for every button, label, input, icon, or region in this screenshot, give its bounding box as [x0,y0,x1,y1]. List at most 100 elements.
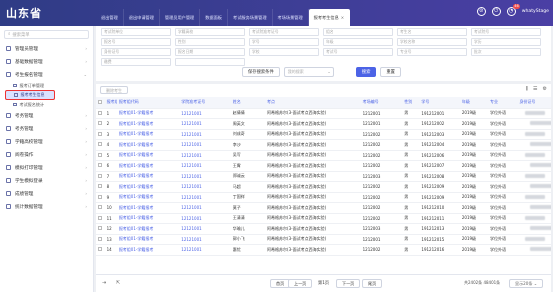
settings-icon[interactable]: ⚙ [543,86,547,92]
sidebar-item-0[interactable]: 管理员管理 › [0,42,93,55]
sidebar-item-9[interactable]: 成绩管理 › [0,187,93,200]
filter-input-3[interactable]: 组名 [323,28,393,36]
export-icon[interactable]: ⇱ [116,280,120,286]
column-header[interactable]: 性别 [402,97,420,109]
filter-input-10[interactable]: 学校名称 [397,38,467,46]
tab-1[interactable]: 退出申请管理 [124,9,160,26]
row-checkbox[interactable] [98,142,102,147]
close-icon[interactable]: × [341,9,344,26]
filter-input-12[interactable]: 身份证号 [101,48,171,56]
sidebar-item-2[interactable]: 考生报名管理 ⌄ [0,68,93,81]
filter-input-15[interactable]: 考试号 [323,48,393,56]
tab-0[interactable]: 退出管理 [96,9,124,26]
next-page-button[interactable]: 下一页 [336,279,361,288]
filter-input-5[interactable]: 考试院号 [471,28,541,36]
filter-input-4[interactable]: 考生名 [397,28,467,36]
row-checkbox-cell[interactable] [96,223,105,235]
table-row[interactable]: 8 报考组01-学籍报考 12121001 马超 阿希格苏尔(3-面试考点西海实验) 12… [96,181,551,193]
sidebar-item-4[interactable]: 考务管理 › [0,122,93,135]
row-checkbox[interactable] [98,110,102,115]
filter-input-14[interactable]: 学校 [249,48,319,56]
save-search-button[interactable]: 保存搜索条件 [242,67,280,77]
table-row[interactable]: 7 报考组01-学籍报考 12121001 郑诚云 阿希格苏尔(3-面试考点西海实验) 1… [96,171,551,182]
filter-input-6[interactable]: 报名号 [101,38,171,46]
reset-button[interactable]: 重置 [380,67,401,77]
table-row[interactable]: 6 报考组01-学籍报考 12121001 王霄 阿希格苏尔(3-面试考点西海实验) 12… [96,160,551,172]
filter-input-0[interactable]: 考试院单位 [101,28,171,36]
row-checkbox[interactable] [98,163,102,168]
table-row[interactable]: 1 报考组01-学籍报考 12121001 赵倩倩 阿希格苏尔(3-面试考点西海实验) 1… [96,108,551,119]
tab-2[interactable]: 管理员用户管理 [160,9,201,26]
row-checkbox[interactable] [98,226,102,231]
user-name[interactable]: whatyStage [522,9,549,14]
delete-student-button[interactable]: 删除考生 [100,86,128,94]
table-row[interactable]: 2 报考组01-学籍报考 12121001 周英文 阿希格苏尔(3-面试考点西海实验) 1… [96,118,551,130]
filter-input-19[interactable] [175,58,245,66]
row-checkbox[interactable] [98,215,102,220]
column-header[interactable]: 学号 [419,97,460,109]
column-header[interactable]: 身份证号 [517,97,551,109]
table-row[interactable]: 14 报考组01-学籍报考 12121001 惠忧 阿希格苏尔(3-面试考点西海实验) 1… [96,244,551,256]
row-checkbox[interactable] [98,247,102,252]
tab-4[interactable]: 考试服务场景管理 [228,9,273,26]
row-checkbox-cell[interactable] [96,150,105,161]
column-header[interactable]: 姓名 [230,97,266,109]
row-checkbox-cell[interactable] [96,118,105,130]
sidebar-subitem-0[interactable]: 报考订单管理 [0,81,93,90]
sidebar-item-3[interactable]: 考务管理 › [0,109,93,122]
row-checkbox[interactable] [98,184,102,189]
row-checkbox-cell[interactable] [96,160,105,172]
sidebar-subitem-1[interactable]: 报考考生信息 [5,90,55,100]
table-row[interactable]: 5 报考组01-学籍报考 12121001 吴写 阿希格苏尔(3-面试考点西海实验) 12… [96,150,551,161]
column-header[interactable]: 报考组代码 [116,97,180,109]
row-checkbox-cell[interactable] [96,139,105,151]
select-all-checkbox[interactable] [98,99,102,104]
search-button[interactable]: 搜索 [355,67,377,77]
row-checkbox-cell[interactable] [96,181,105,193]
compass-icon[interactable]: ⊘ [476,7,486,16]
filter-input-9[interactable]: 年级 [323,38,393,46]
table-row[interactable]: 4 报考组01-学籍报考 12121001 李沙 阿希格苏尔(3-面试考点西海实验) 12… [96,139,551,151]
tab-6[interactable]: 报考考生信息 × [308,9,351,26]
column-header[interactable]: 考点 [265,97,361,109]
filter-input-18[interactable]: 缴费 [101,58,171,66]
filter-input-11[interactable]: 学历 [471,38,541,46]
columns-icon[interactable]: ⫼ [526,86,528,92]
notification-bell[interactable]: ◔ 46 [506,4,521,16]
row-checkbox[interactable] [98,194,102,199]
expand-icon[interactable]: ⇥ [102,280,106,286]
row-checkbox-cell[interactable] [96,213,105,224]
sidebar-item-8[interactable]: 学生模拟登录 › [0,174,93,187]
column-header[interactable] [96,97,105,109]
row-checkbox-cell[interactable] [96,234,105,245]
filter-input-17[interactable]: 批次 [471,48,541,56]
table-row[interactable]: 9 报考组01-学籍报考 12121001 丁国祥 阿希格苏尔(3-面试考点西海实验) 1… [96,192,551,203]
row-checkbox-cell[interactable] [96,171,105,182]
column-header[interactable]: 学院准考证号 [179,97,231,109]
row-checkbox[interactable] [98,173,102,178]
filter-input-16[interactable]: 专业号 [397,48,467,56]
filter-input-2[interactable]: 考试院准考证号 [249,28,319,36]
tab-5[interactable]: 考场场景管理 [273,9,309,26]
row-checkbox[interactable] [98,121,102,126]
row-checkbox-cell[interactable] [96,129,105,140]
row-checkbox[interactable] [98,131,102,136]
my-search-select[interactable]: 我的搜索 ⌄ [283,67,334,77]
list-icon[interactable]: ☰ [533,86,537,92]
page-size-select[interactable]: 显示20条 ⌄ [509,279,544,288]
menu-search[interactable]: ⌕ 搜索菜单 [4,30,89,39]
sidebar-subitem-2[interactable]: 考试报名统计 [0,100,93,109]
filter-input-13[interactable]: 报名日期 [175,48,245,56]
table-row[interactable]: 11 报考组01-学籍报考 12121001 王清清 阿希格苏尔(3-面试考点西海实验)… [96,213,551,224]
last-page-button[interactable]: 尾页 [362,279,383,288]
column-header[interactable]: 考场编号 [360,97,403,109]
table-row[interactable]: 12 报考组01-学籍报考 12121001 华瑜儿 阿希格苏尔(3-面试考点西海实验)… [96,223,551,235]
column-header[interactable]: 年级 [459,97,489,109]
row-checkbox-cell[interactable] [96,192,105,203]
filter-input-8[interactable]: 学号 [249,38,319,46]
filter-input-1[interactable]: 学籍高校 [175,28,245,36]
row-checkbox-cell[interactable] [96,108,105,119]
table-row[interactable]: 3 报考组01-学籍报考 12121001 刘成奇 阿希格苏尔(3-面试考点西海实验) 1… [96,129,551,140]
tab-3[interactable]: 数据面板 [200,9,228,26]
row-checkbox[interactable] [98,236,102,241]
